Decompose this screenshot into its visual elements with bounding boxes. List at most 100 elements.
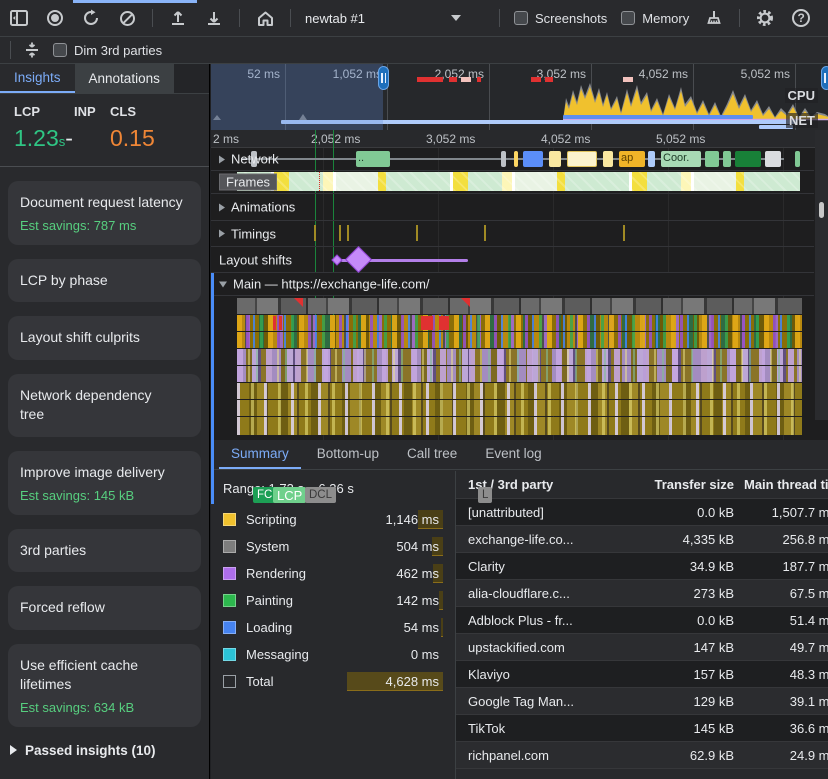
track-frames[interactable]: Frames — [211, 171, 814, 194]
target-selector-dropdown[interactable]: newtab #1 — [305, 11, 485, 26]
tab-event-log[interactable]: Event log — [473, 440, 553, 469]
screenshots-checkbox[interactable]: Screenshots — [514, 11, 607, 26]
reload-and-record-button[interactable] — [80, 7, 102, 29]
network-request-bar[interactable]: ap — [619, 151, 645, 167]
insight-card-lcp-by-phase[interactable]: LCP by phase — [8, 259, 201, 303]
track-network[interactable]: .. ap Coor. Network — [211, 148, 814, 171]
table-row[interactable]: alia-cloudflare.c...273 kB67.5 ms — [456, 580, 828, 607]
overview-right-handle[interactable] — [821, 66, 828, 90]
network-request-bar[interactable]: .. — [356, 151, 390, 167]
timeline-overview[interactable]: 52 ms 1,052 ms 2,052 ms 3,052 ms 4,052 m… — [211, 64, 828, 130]
tab-summary[interactable]: Summary — [219, 440, 301, 469]
col-main-thread[interactable]: Main thread time — [744, 477, 828, 492]
insight-card-network-dependency-tree[interactable]: Network dependency tree — [8, 374, 201, 437]
flame-row[interactable] — [237, 349, 802, 365]
network-request-bar[interactable] — [795, 151, 800, 167]
insight-card-layout-shift-culprits[interactable]: Layout shift culprits — [8, 316, 201, 360]
network-request-bar[interactable] — [603, 151, 613, 167]
tab-insights[interactable]: Insights — [0, 64, 75, 93]
network-request-bar[interactable] — [705, 151, 719, 167]
save-profile-icon[interactable] — [203, 7, 225, 29]
layout-shifts-track-label[interactable]: Layout shifts — [219, 252, 292, 267]
table-row[interactable]: Google Tag Man...129 kB39.1 ms — [456, 688, 828, 715]
network-request-bar[interactable]: Coor. — [661, 151, 701, 167]
animations-track-label[interactable]: Animations — [219, 200, 295, 215]
tracks-scrollbar[interactable] — [815, 130, 828, 420]
timeline-ruler[interactable]: 2 ms 2,052 ms 3,052 ms 4,052 ms 5,052 ms — [211, 130, 828, 148]
category-swatch — [223, 594, 236, 607]
tab-call-tree[interactable]: Call tree — [395, 440, 469, 469]
table-row[interactable]: Klaviyo157 kB48.3 ms — [456, 661, 828, 688]
insight-card-forced-reflow[interactable]: Forced reflow — [8, 586, 201, 630]
tab-annotations[interactable]: Annotations — [75, 64, 174, 93]
track-layout-shifts[interactable]: Layout shifts — [211, 247, 814, 273]
table-row[interactable]: TikTok145 kB36.6 ms — [456, 715, 828, 742]
category-swatch — [223, 540, 236, 553]
flame-row[interactable] — [237, 315, 802, 331]
load-profile-icon[interactable] — [167, 7, 189, 29]
network-request-bar[interactable] — [765, 151, 781, 167]
flame-row[interactable] — [237, 366, 802, 382]
clear-button[interactable] — [116, 7, 138, 29]
metric-cls[interactable]: CLS 0.15 — [110, 104, 180, 152]
devtools-performance-panel: newtab #1 Screenshots Memory ? D — [0, 0, 828, 779]
legend-row-loading: Loading 54 ms — [223, 614, 443, 641]
metric-inp[interactable]: INP — [74, 104, 110, 152]
checkbox-box[interactable] — [514, 11, 528, 25]
main-track-label[interactable]: Main — https://exchange-life.com/ — [219, 277, 430, 292]
network-request-bar[interactable] — [735, 151, 761, 167]
metric-lcp[interactable]: LCP 1.23s- — [14, 104, 74, 152]
overview-left-handle[interactable] — [378, 66, 389, 90]
record-button[interactable] — [44, 7, 66, 29]
track-main-thread[interactable]: Main — https://exchange-life.com/ — [211, 273, 814, 296]
insight-card-document-request-latency[interactable]: Document request latency Est savings: 78… — [8, 181, 201, 245]
checkbox-box[interactable] — [53, 43, 67, 57]
table-row[interactable]: upstackified.com147 kB49.7 ms — [456, 634, 828, 661]
network-track-label[interactable]: Network — [219, 152, 279, 167]
timings-track-label[interactable]: Timings — [219, 226, 276, 241]
table-row[interactable]: [unattributed]0.0 kB1,507.7 ms — [456, 499, 828, 526]
network-request-bar[interactable] — [501, 151, 506, 167]
flame-row-tasks[interactable] — [237, 298, 802, 314]
memory-checkbox[interactable]: Memory — [621, 11, 689, 26]
scrollbar-thumb[interactable] — [819, 202, 824, 218]
insight-card-3rd-parties[interactable]: 3rd parties — [8, 529, 201, 573]
home-icon[interactable] — [254, 7, 276, 29]
toggle-sidebar-icon[interactable] — [8, 7, 30, 29]
disclosure-triangle-icon — [219, 155, 225, 163]
tab-bottom-up[interactable]: Bottom-up — [305, 440, 391, 469]
help-icon[interactable]: ? — [790, 7, 812, 29]
track-timings[interactable]: Timings — [211, 221, 814, 247]
table-row[interactable]: Adblock Plus - fr...0.0 kB51.4 ms — [456, 607, 828, 634]
table-row[interactable]: richpanel.com62.9 kB24.9 ms — [456, 742, 828, 769]
table-row[interactable]: exchange-life.co...4,335 kB256.8 ms — [456, 526, 828, 553]
insight-card-improve-image-delivery[interactable]: Improve image delivery Est savings: 145 … — [8, 451, 201, 515]
network-request-bar[interactable] — [723, 151, 731, 167]
flame-row[interactable] — [237, 417, 802, 435]
checkbox-box[interactable] — [621, 11, 635, 25]
layout-shift-diamond[interactable] — [331, 254, 342, 265]
settings-gear-icon[interactable] — [754, 7, 776, 29]
table-row[interactable]: Clarity34.9 kB187.7 ms — [456, 553, 828, 580]
network-request-bar[interactable] — [648, 151, 655, 167]
flame-row[interactable] — [237, 383, 802, 399]
marker-lcp[interactable]: LCP — [273, 487, 306, 503]
collect-garbage-icon[interactable] — [703, 7, 725, 29]
table-header-row[interactable]: 1st / 3rd party Transfer size Main threa… — [456, 471, 828, 499]
insight-card-use-efficient-cache-lifetimes[interactable]: Use efficient cache lifetimes Est saving… — [8, 644, 201, 727]
dim-3rd-parties-checkbox[interactable]: Dim 3rd parties — [53, 43, 162, 58]
col-transfer-size[interactable]: Transfer size — [638, 477, 744, 492]
flame-row[interactable] — [237, 332, 802, 348]
marker-dcl[interactable]: DCL — [305, 487, 336, 503]
marker-l[interactable]: L — [478, 487, 492, 503]
flame-row[interactable] — [237, 400, 802, 416]
collapse-tracks-icon[interactable] — [21, 39, 43, 61]
network-request-bar[interactable] — [549, 151, 561, 167]
network-request-bar[interactable] — [523, 151, 543, 167]
track-animations[interactable]: Animations — [211, 194, 814, 221]
layout-shift-diamond[interactable] — [345, 246, 372, 273]
frames-track-label[interactable]: Frames — [219, 174, 277, 191]
network-request-bar[interactable] — [514, 151, 518, 167]
passed-insights-toggle[interactable]: Passed insights (10) — [0, 737, 209, 764]
network-request-bar[interactable] — [567, 151, 597, 167]
